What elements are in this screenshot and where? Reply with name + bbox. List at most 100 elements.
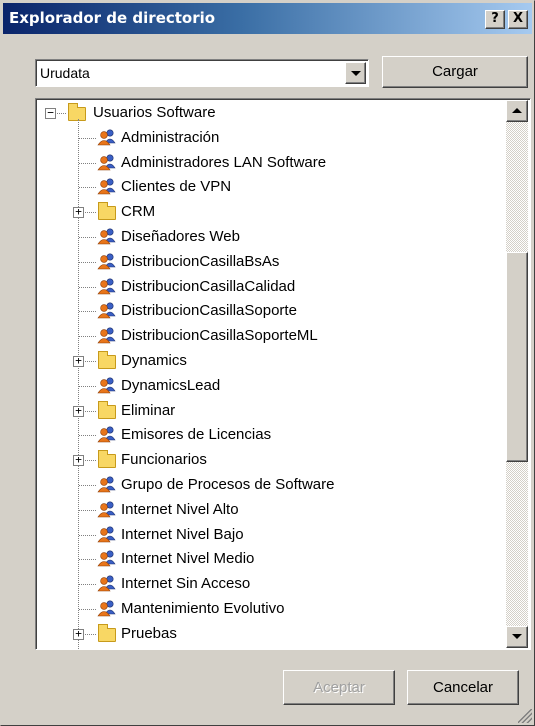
help-button[interactable]: ? bbox=[485, 10, 505, 29]
tree-connector bbox=[79, 137, 96, 139]
tree-connector bbox=[85, 361, 96, 362]
chevron-down-icon bbox=[351, 71, 361, 76]
tree-item-group[interactable]: DistribucionCasillaSoporte bbox=[36, 299, 496, 324]
tree-item-group[interactable]: DynamicsLead bbox=[36, 374, 496, 399]
tree-item-group[interactable]: Administradores LAN Software bbox=[36, 151, 496, 176]
folder-icon bbox=[98, 623, 116, 642]
tree-item-label: Mantenimiento Evolutivo bbox=[121, 600, 285, 617]
tree-item-label: CRM bbox=[121, 203, 156, 221]
tree-connector bbox=[79, 385, 96, 387]
user-group-icon bbox=[97, 476, 117, 493]
user-group-icon bbox=[97, 600, 117, 617]
tree-connector bbox=[85, 633, 96, 635]
tree-connector bbox=[79, 286, 96, 288]
tree-item-label: Grupo de Procesos de Software bbox=[121, 476, 335, 493]
tree-connector bbox=[85, 410, 96, 412]
user-group-icon bbox=[97, 129, 117, 146]
tree-connector bbox=[85, 212, 96, 214]
cancel-button[interactable]: Cancelar bbox=[407, 670, 519, 705]
tree-item-label: Internet Nivel Alto bbox=[121, 500, 239, 518]
tree-root-usuarios-software[interactable]: − Usuarios Software bbox=[36, 101, 496, 126]
user-group-icon bbox=[97, 154, 117, 171]
tree-connector bbox=[79, 559, 96, 561]
tree-item-group[interactable]: Internet Nivel Medio bbox=[36, 547, 496, 572]
expand-icon[interactable]: + bbox=[73, 405, 84, 417]
tree-connector bbox=[79, 237, 96, 238]
tree-item-label: Administradores LAN Software bbox=[121, 153, 327, 171]
user-group-icon bbox=[97, 278, 117, 295]
tree-connector bbox=[79, 261, 96, 263]
tree-item-label: DistribucionCasillaSoporte bbox=[121, 302, 297, 320]
tree-item-label: Usuarios Software bbox=[93, 104, 216, 121]
expand-icon[interactable]: + bbox=[73, 355, 84, 367]
collapse-icon[interactable]: − bbox=[45, 107, 56, 119]
vertical-scrollbar[interactable] bbox=[506, 100, 528, 648]
tree-item-group[interactable]: Internet Nivel Bajo bbox=[36, 523, 496, 548]
tree-item-label: Eliminar bbox=[121, 401, 176, 419]
tree-item-folder[interactable]: + Funcionarios bbox=[36, 448, 496, 473]
tree-item-label: Clientes de VPN bbox=[121, 178, 232, 196]
tree-item-label: DynamicsLead bbox=[121, 376, 221, 394]
arrow-up-icon bbox=[512, 108, 522, 113]
tree-item-folder[interactable]: + CRM bbox=[36, 200, 496, 225]
tree-item-group[interactable]: DistribucionCasillaBsAs bbox=[36, 250, 496, 275]
tree-item-folder[interactable]: + Eliminar bbox=[36, 399, 496, 424]
load-button[interactable]: Cargar bbox=[382, 56, 528, 88]
user-group-icon bbox=[97, 575, 117, 592]
expand-icon[interactable]: + bbox=[73, 454, 84, 467]
tree-item-label: DistribucionCasillaCalidad bbox=[121, 277, 296, 295]
user-group-icon bbox=[97, 377, 117, 394]
tree-item-group[interactable]: DistribucionCasillaSoporteML bbox=[36, 324, 496, 349]
tree-item-folder[interactable]: + Pruebas bbox=[36, 622, 496, 647]
close-button[interactable]: X bbox=[508, 10, 528, 29]
tree-item-group[interactable]: Diseñadores Web bbox=[36, 225, 496, 250]
tree-connector bbox=[57, 113, 66, 114]
tree-item-label: Internet Sin Acceso bbox=[121, 575, 251, 593]
window-title: Explorador de directorio bbox=[9, 9, 216, 27]
user-group-icon bbox=[97, 426, 117, 443]
domain-select[interactable]: Urudata bbox=[35, 59, 369, 87]
tree-item-label: DistribucionCasillaBsAs bbox=[121, 252, 280, 270]
tree-item-group[interactable]: Emisores de Licencias bbox=[36, 423, 496, 448]
tree-item-label: Diseñadores Web bbox=[121, 228, 240, 245]
tree-item-label: Funcionarios bbox=[121, 451, 207, 469]
tree-item-label: Emisores de Licencias bbox=[121, 426, 272, 444]
accept-button[interactable]: Aceptar bbox=[283, 670, 395, 705]
tree-item-group[interactable]: Clientes de VPN bbox=[36, 175, 496, 200]
tree-item-label: Internet Nivel Medio bbox=[121, 550, 255, 568]
tree-item-group[interactable]: Administración bbox=[36, 126, 496, 151]
folder-icon bbox=[98, 351, 116, 369]
tree-connector bbox=[79, 162, 96, 164]
tree-connector bbox=[79, 534, 96, 536]
user-group-icon bbox=[97, 178, 117, 195]
tree-connector bbox=[79, 311, 96, 313]
tree-connector bbox=[79, 485, 96, 486]
directory-tree[interactable]: − Usuarios Software Administración Administ… bbox=[35, 98, 531, 650]
directory-explorer-dialog: Explorador de directorio ? X Urudata Car… bbox=[0, 0, 535, 726]
tree-connector bbox=[79, 509, 96, 511]
folder-open-icon bbox=[68, 103, 86, 121]
user-group-icon bbox=[97, 228, 117, 245]
scroll-down-button[interactable] bbox=[506, 626, 528, 648]
folder-icon bbox=[98, 202, 116, 221]
tree-content: − Usuarios Software Administración Administ… bbox=[36, 99, 506, 649]
tree-item-group[interactable]: Mantenimiento Evolutivo bbox=[36, 597, 496, 622]
scrollbar-thumb[interactable] bbox=[506, 252, 528, 462]
tree-item-group[interactable]: DistribucionCasillaCalidad bbox=[36, 275, 496, 300]
folder-icon bbox=[98, 450, 116, 469]
tree-item-label: Pruebas bbox=[121, 624, 177, 642]
tree-item-group[interactable]: Grupo de Procesos de Software bbox=[36, 473, 496, 498]
title-bar[interactable]: Explorador de directorio ? X bbox=[3, 3, 532, 34]
resize-grip[interactable] bbox=[518, 709, 532, 723]
user-group-icon bbox=[97, 501, 117, 518]
user-group-icon bbox=[97, 302, 117, 319]
tree-item-group[interactable]: Internet Sin Acceso bbox=[36, 572, 496, 597]
tree-connector bbox=[79, 435, 96, 437]
domain-select-dropdown-button[interactable] bbox=[345, 62, 366, 84]
expand-icon[interactable]: + bbox=[73, 628, 84, 640]
tree-item-label: Dynamics bbox=[121, 352, 187, 369]
scroll-up-button[interactable] bbox=[506, 100, 528, 122]
tree-item-folder[interactable]: + Dynamics bbox=[36, 349, 496, 374]
expand-icon[interactable]: + bbox=[73, 206, 84, 219]
tree-item-group[interactable]: Internet Nivel Alto bbox=[36, 498, 496, 523]
